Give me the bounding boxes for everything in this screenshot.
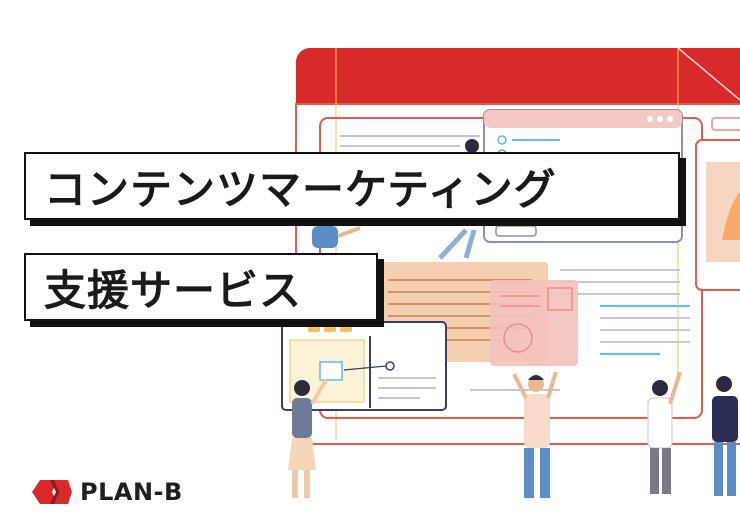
small-browser: [281, 321, 447, 411]
headline-line2: 支援サービス: [44, 265, 303, 315]
pink-card: [490, 280, 578, 366]
headline-line2-box: 支援サービス: [24, 253, 378, 321]
headline-line1-box: コンテンツマーケティング: [24, 152, 680, 220]
plan-b-logo-icon: [32, 480, 72, 504]
headline-line1: コンテンツマーケティング: [44, 164, 557, 214]
brand-name: PLAN-B: [80, 478, 183, 506]
plan-b-logo[interactable]: PLAN-B: [32, 478, 183, 506]
floating-card-right: [695, 117, 740, 291]
